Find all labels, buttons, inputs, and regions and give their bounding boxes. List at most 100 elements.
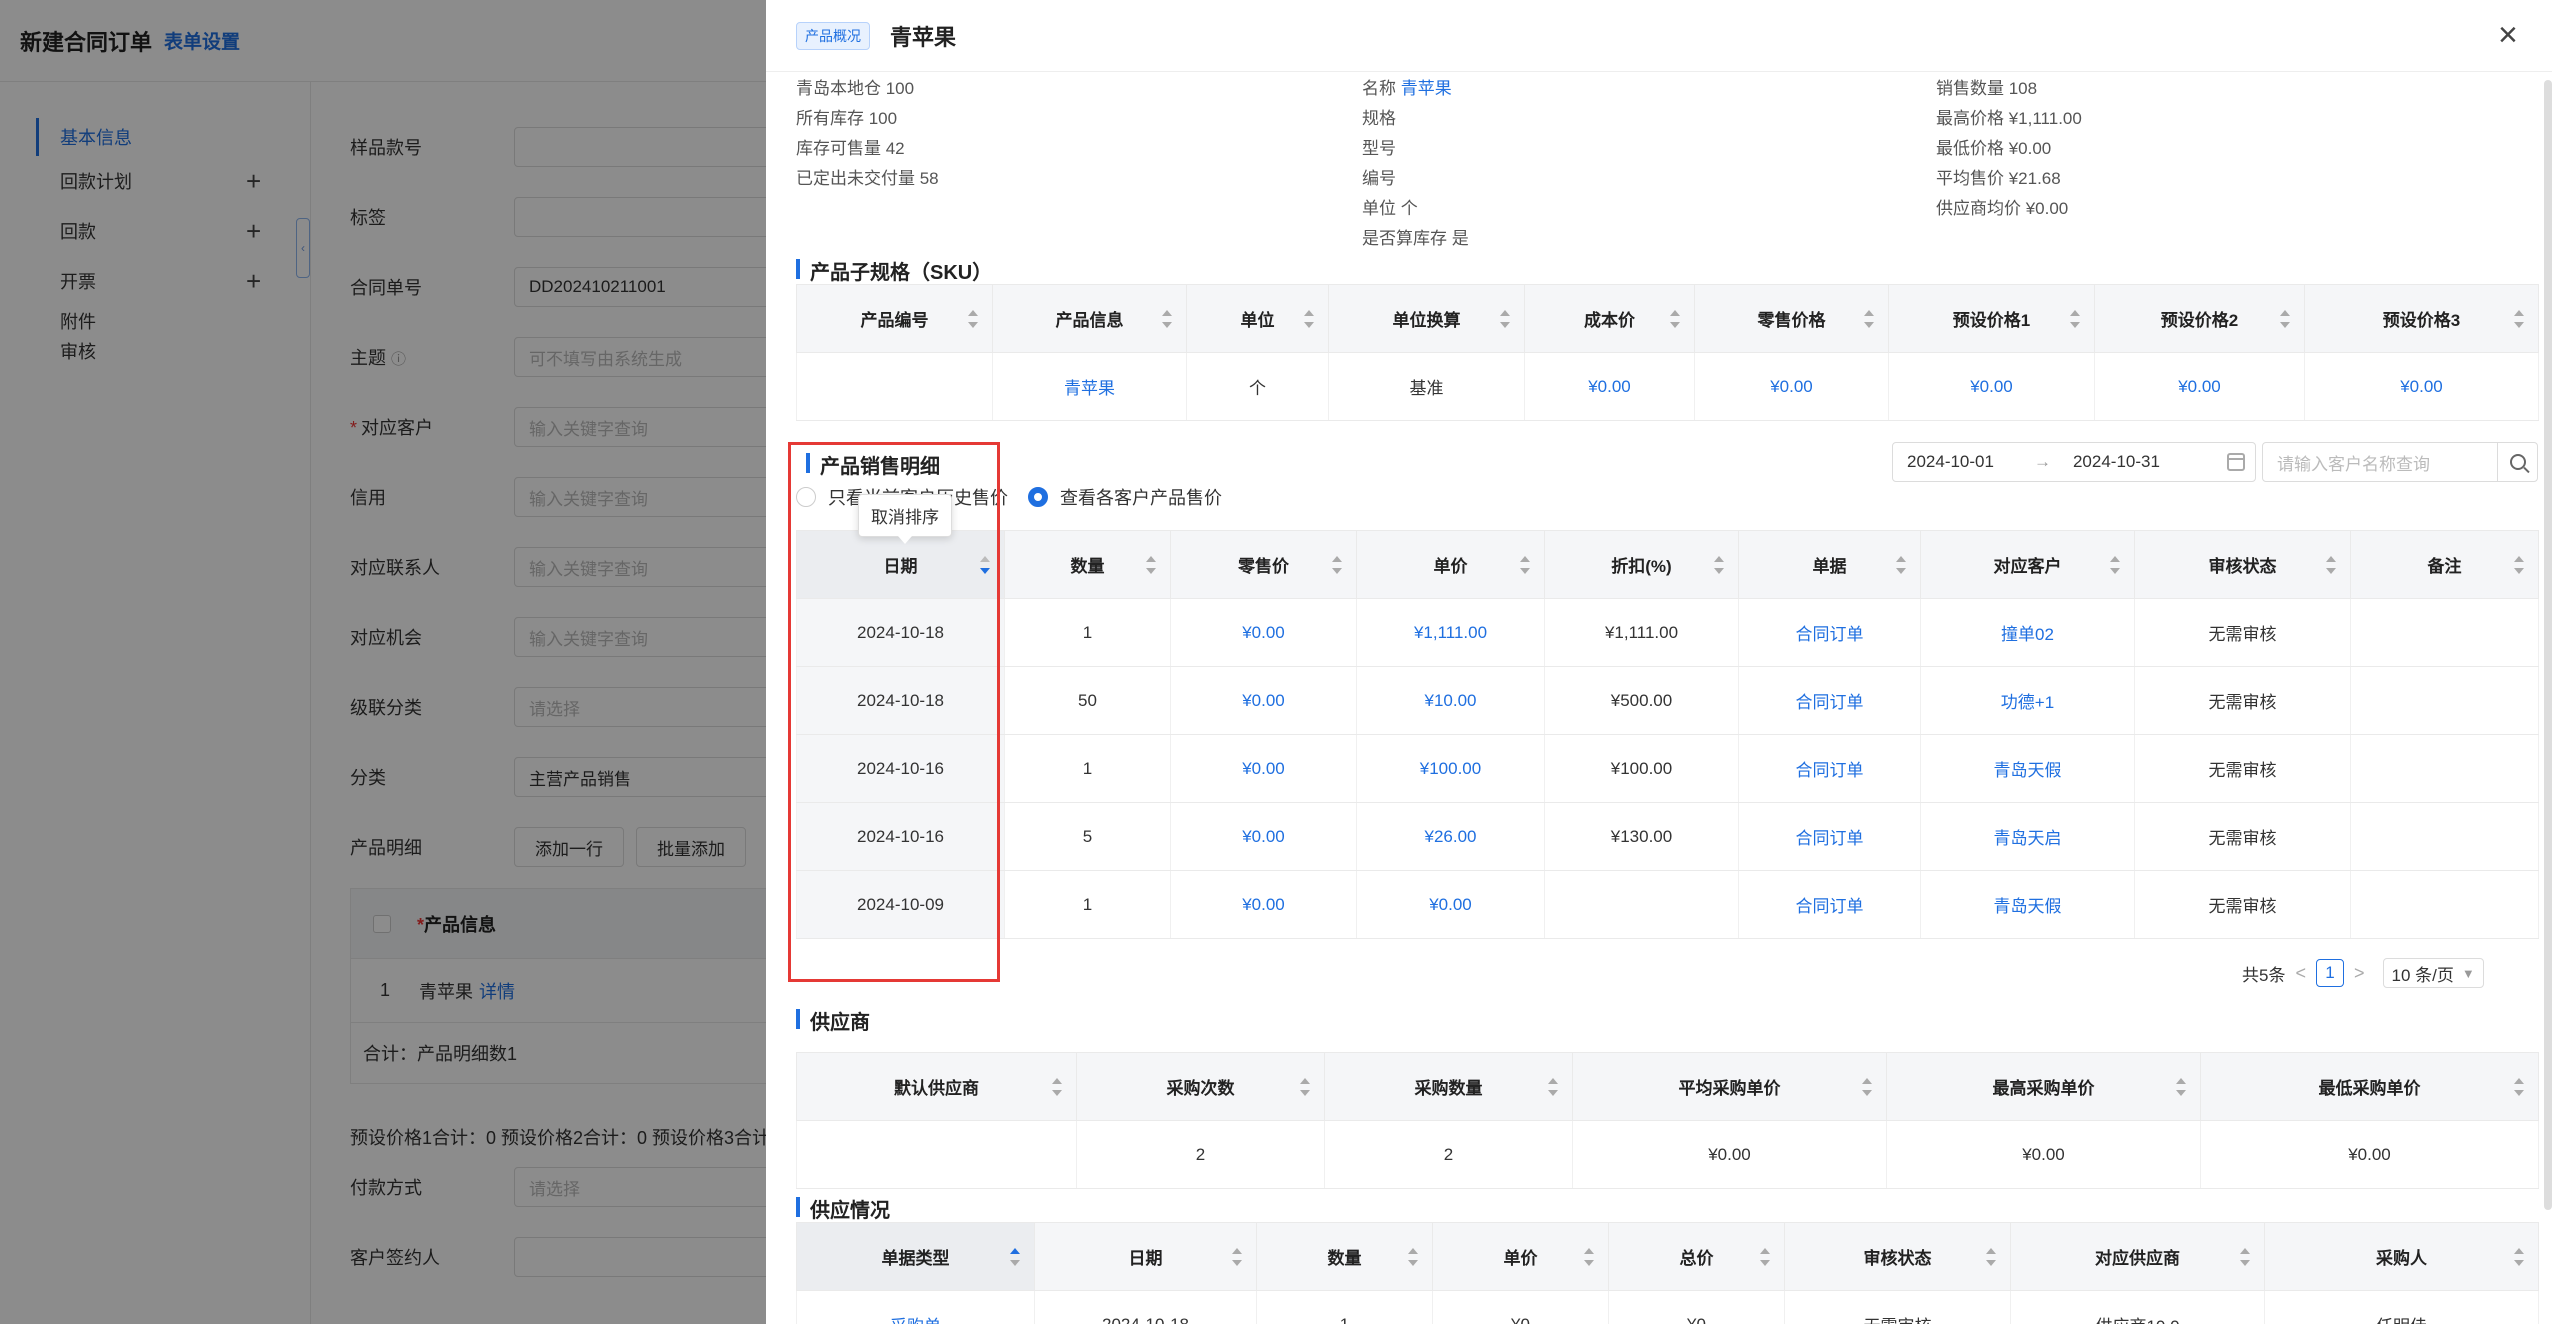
table-cell[interactable]: 青岛天假 <box>1920 734 2135 803</box>
sort-icon[interactable] <box>1052 1077 1062 1096</box>
column-header[interactable]: 产品编号 <box>796 284 993 353</box>
column-header[interactable]: 采购数量 <box>1324 1052 1573 1121</box>
sort-icon[interactable] <box>1670 309 1680 328</box>
column-header[interactable]: 单位 <box>1186 284 1329 353</box>
date-start[interactable]: 2024-10-01 <box>1907 452 1994 472</box>
table-cell[interactable]: 合同订单 <box>1738 870 1921 939</box>
column-header[interactable]: 对应供应商 <box>2010 1222 2265 1291</box>
column-header[interactable]: 采购人 <box>2264 1222 2539 1291</box>
column-header[interactable]: 审核状态 <box>2134 530 2351 599</box>
column-header[interactable]: 数量 <box>1004 530 1171 599</box>
sort-icon[interactable] <box>1304 309 1314 328</box>
table-cell[interactable]: 青苹果 <box>992 352 1187 421</box>
table-cell[interactable]: ¥0.00 <box>2094 352 2305 421</box>
sort-icon[interactable] <box>1760 1247 1770 1266</box>
column-header[interactable]: 平均采购单价 <box>1572 1052 1887 1121</box>
table-cell[interactable]: ¥0.00 <box>1356 870 1545 939</box>
sort-icon[interactable] <box>1548 1077 1558 1096</box>
table-cell[interactable]: ¥26.00 <box>1356 802 1545 871</box>
column-header[interactable]: 产品信息 <box>992 284 1187 353</box>
table-cell[interactable]: 采购单 <box>796 1290 1035 1324</box>
table-cell[interactable]: 合同订单 <box>1738 666 1921 735</box>
column-header[interactable]: 最低采购单价 <box>2200 1052 2539 1121</box>
column-header[interactable]: 预设价格2 <box>2094 284 2305 353</box>
sort-icon[interactable] <box>968 309 978 328</box>
table-cell[interactable]: ¥0.00 <box>1170 870 1357 939</box>
column-header[interactable]: 日期 <box>1034 1222 1257 1291</box>
sort-icon[interactable] <box>1520 555 1530 574</box>
sort-icon[interactable] <box>1332 555 1342 574</box>
table-cell[interactable]: 合同订单 <box>1738 802 1921 871</box>
sort-icon[interactable] <box>1986 1247 1996 1266</box>
column-header[interactable]: 默认供应商 <box>796 1052 1077 1121</box>
table-cell[interactable]: ¥0.00 <box>1888 352 2095 421</box>
column-header[interactable]: 采购次数 <box>1076 1052 1325 1121</box>
table-cell[interactable]: ¥0.00 <box>1170 666 1357 735</box>
table-cell[interactable]: ¥1,111.00 <box>1356 598 1545 667</box>
sort-icon[interactable] <box>2514 309 2524 328</box>
table-cell[interactable]: ¥0.00 <box>1694 352 1889 421</box>
calendar-icon[interactable] <box>2227 453 2245 471</box>
page-1[interactable]: 1 <box>2315 959 2344 987</box>
sort-icon[interactable] <box>2070 309 2080 328</box>
column-header[interactable]: 数量 <box>1256 1222 1433 1291</box>
sort-icon[interactable] <box>1862 1077 1872 1096</box>
table-cell[interactable]: 青岛天假 <box>1920 870 2135 939</box>
table-cell[interactable]: 撞单02 <box>1920 598 2135 667</box>
search-button[interactable] <box>2497 443 2537 481</box>
sort-icon[interactable] <box>1162 309 1172 328</box>
table-cell[interactable]: 合同订单 <box>1738 734 1921 803</box>
sort-icon[interactable] <box>1010 1247 1020 1266</box>
column-header[interactable]: 单据类型 <box>796 1222 1035 1291</box>
sort-icon[interactable] <box>1500 309 1510 328</box>
column-header[interactable]: 零售价 <box>1170 530 1357 599</box>
column-header[interactable]: 备注 <box>2350 530 2539 599</box>
column-header[interactable]: 预设价格1 <box>1888 284 2095 353</box>
radio-all-customers[interactable] <box>1028 487 1048 507</box>
table-cell[interactable]: ¥10.00 <box>1356 666 1545 735</box>
date-range-picker[interactable]: 2024-10-01 → 2024-10-31 <box>1892 442 2256 482</box>
chevron-right-icon[interactable]: > <box>2354 963 2365 984</box>
column-header[interactable]: 零售价格 <box>1694 284 1889 353</box>
table-cell[interactable]: 功德+1 <box>1920 666 2135 735</box>
sort-icon[interactable] <box>2514 1077 2524 1096</box>
sort-icon[interactable] <box>2176 1077 2186 1096</box>
sort-icon[interactable] <box>1232 1247 1242 1266</box>
sort-icon[interactable] <box>1300 1077 1310 1096</box>
table-cell[interactable]: ¥0.00 <box>1170 598 1357 667</box>
sort-icon[interactable] <box>1584 1247 1594 1266</box>
table-cell[interactable]: ¥0.00 <box>1524 352 1695 421</box>
sort-icon[interactable] <box>1146 555 1156 574</box>
column-header[interactable]: 对应客户 <box>1920 530 2135 599</box>
close-icon[interactable]: × <box>2498 18 2518 52</box>
sort-icon[interactable] <box>2280 309 2290 328</box>
chevron-left-icon[interactable]: < <box>2295 963 2306 984</box>
sort-icon[interactable] <box>2240 1247 2250 1266</box>
radio-current-customer[interactable] <box>796 487 816 507</box>
sort-icon[interactable] <box>1408 1247 1418 1266</box>
scrollbar[interactable] <box>2544 80 2552 1210</box>
table-cell[interactable]: ¥0.00 <box>2304 352 2539 421</box>
column-header[interactable]: 总价 <box>1608 1222 1785 1291</box>
column-header[interactable]: 预设价格3 <box>2304 284 2539 353</box>
table-cell[interactable]: ¥0.00 <box>1170 734 1357 803</box>
sort-icon[interactable] <box>980 555 990 574</box>
column-header[interactable]: 单价 <box>1432 1222 1609 1291</box>
column-header[interactable]: 单价 <box>1356 530 1545 599</box>
column-header[interactable]: 单位换算 <box>1328 284 1525 353</box>
sort-icon[interactable] <box>2514 555 2524 574</box>
date-end[interactable]: 2024-10-31 <box>2073 452 2160 472</box>
table-cell[interactable]: ¥100.00 <box>1356 734 1545 803</box>
sort-icon[interactable] <box>1864 309 1874 328</box>
page-size-select[interactable]: 10 条/页 ▼ <box>2382 958 2484 988</box>
table-cell[interactable]: 青岛天启 <box>1920 802 2135 871</box>
column-header[interactable]: 单据 <box>1738 530 1921 599</box>
sort-icon[interactable] <box>2110 555 2120 574</box>
column-header[interactable]: 最高采购单价 <box>1886 1052 2201 1121</box>
table-cell[interactable]: ¥0.00 <box>1170 802 1357 871</box>
column-header[interactable]: 审核状态 <box>1784 1222 2011 1291</box>
sort-icon[interactable] <box>2326 555 2336 574</box>
sort-icon[interactable] <box>1714 555 1724 574</box>
column-header[interactable]: 折扣(%) <box>1544 530 1739 599</box>
sort-icon[interactable] <box>1896 555 1906 574</box>
